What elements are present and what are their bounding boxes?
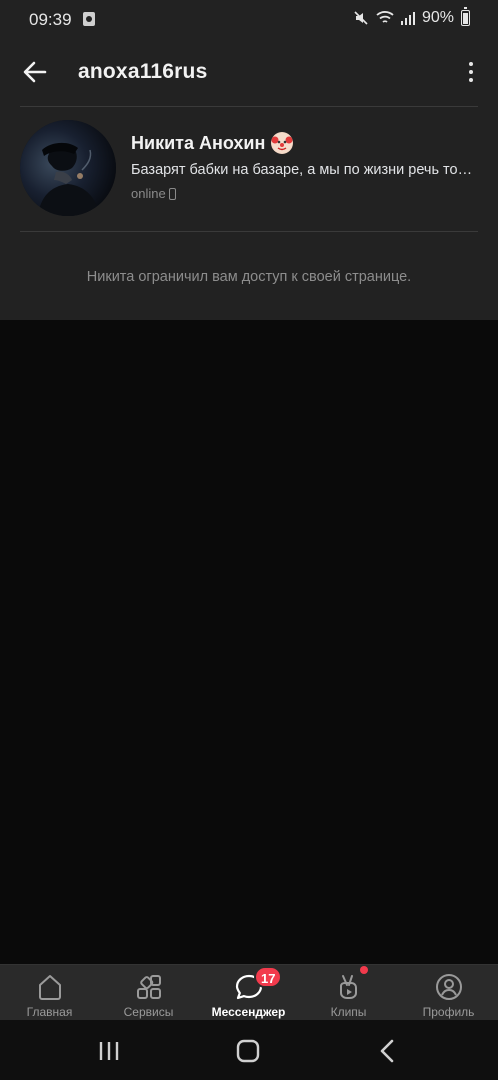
nav-label: Главная (26, 1005, 73, 1019)
nav-item-clips[interactable]: Клипы (299, 965, 398, 1021)
signal-icon (400, 12, 415, 25)
system-back-icon[interactable] (368, 1038, 408, 1064)
nav-label: Сервисы (123, 1005, 174, 1019)
status-time: 09:39 (29, 10, 72, 29)
status-bar: 09:39 90% (0, 0, 498, 40)
more-menu-icon[interactable] (466, 62, 476, 86)
services-grid-icon (137, 975, 161, 999)
avatar[interactable] (20, 120, 116, 216)
mute-icon (354, 11, 368, 25)
notification-icon (83, 12, 95, 26)
profile-name: Никита Анохин (131, 132, 266, 153)
online-indicator: online (131, 186, 176, 201)
profile-status: Базарят бабки на базаре, а мы по жизни р… (131, 162, 473, 178)
back-arrow-icon[interactable] (20, 57, 50, 87)
nav-label: Профиль (422, 1005, 475, 1019)
nav-label: Мессенджер (211, 1005, 286, 1019)
profile-panel: Никита Анохин Базарят бабки на базаре, а… (0, 106, 498, 320)
online-text: online (131, 186, 166, 201)
system-navigation-bar (0, 1020, 498, 1080)
wifi-icon (376, 11, 394, 23)
avatar-image (20, 120, 116, 216)
unread-badge: 17 (254, 966, 283, 988)
nav-label: Клипы (330, 1005, 367, 1019)
status-icons: 90% (353, 7, 470, 27)
nav-item-home[interactable]: Главная (0, 965, 99, 1021)
divider (20, 231, 478, 232)
divider (20, 106, 478, 107)
home-icon (39, 975, 61, 1000)
battery-icon (461, 7, 470, 26)
home-button-icon[interactable] (228, 1038, 268, 1064)
new-content-dot (360, 966, 368, 974)
clown-emoji-icon (271, 132, 294, 154)
restricted-access-message: Никита ограничил вам доступ к своей стра… (86, 269, 412, 285)
bottom-navigation: Главная Сервисы 17 Мессенджер Клипы Проф… (0, 964, 498, 1021)
nav-item-services[interactable]: Сервисы (99, 965, 198, 1021)
battery-percent: 90% (421, 9, 454, 26)
nav-item-messenger[interactable]: 17 Мессенджер (199, 965, 298, 1021)
app-header: anoxa116rus (0, 40, 498, 106)
recent-apps-icon[interactable] (89, 1038, 129, 1064)
profile-name-row: Никита Анохин (131, 132, 294, 154)
mobile-phone-icon (168, 187, 176, 200)
clips-icon (340, 975, 357, 999)
profile-icon (436, 974, 462, 1000)
nav-item-profile[interactable]: Профиль (399, 965, 498, 1021)
page-title: anoxa116rus (78, 60, 208, 83)
